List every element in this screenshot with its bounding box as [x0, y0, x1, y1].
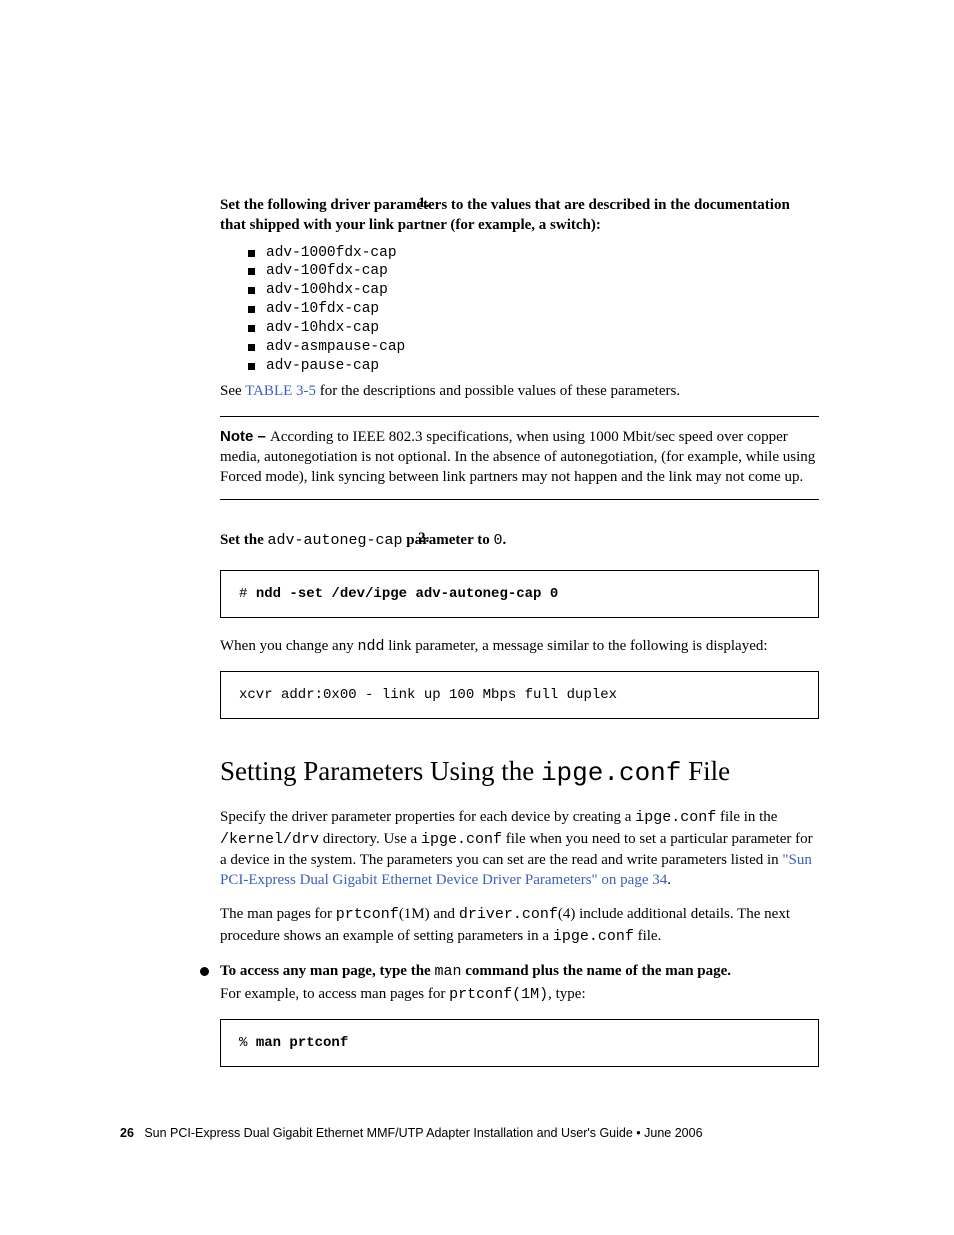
- text: command plus the name of the man page.: [461, 963, 731, 979]
- code-text: prtconf: [336, 906, 399, 923]
- prompt: %: [239, 1035, 256, 1051]
- see-reference: See TABLE 3-5 for the descriptions and p…: [220, 381, 819, 401]
- page-footer: 26 Sun PCI-Express Dual Gigabit Ethernet…: [120, 1126, 703, 1140]
- paragraph: When you change any ndd link parameter, …: [220, 636, 819, 657]
- step-1-number: 1.: [418, 195, 429, 212]
- table-link[interactable]: TABLE 3-5: [245, 383, 316, 399]
- list-item: adv-100hdx-cap: [248, 281, 819, 300]
- paragraph: Specify the driver parameter properties …: [220, 807, 819, 890]
- command: ndd -set /dev/ipge adv-autoneg-cap 0: [256, 586, 558, 602]
- code-text: ipge.conf: [541, 758, 681, 788]
- code-block: xcvr addr:0x00 - link up 100 Mbps full d…: [220, 671, 819, 719]
- list-item: adv-100fdx-cap: [248, 262, 819, 281]
- paragraph: The man pages for prtconf(1M) and driver…: [220, 904, 819, 947]
- list-item: adv-10fdx-cap: [248, 300, 819, 319]
- code-text: ndd: [357, 638, 384, 655]
- procedure-subtext: For example, to access man pages for prt…: [220, 984, 819, 1005]
- text: To access any man page, type the: [220, 963, 434, 979]
- procedure-title: To access any man page, type the man com…: [220, 961, 819, 982]
- text: parameter to: [403, 532, 494, 548]
- text: link parameter, a message similar to the…: [384, 638, 767, 654]
- text: directory. Use a: [319, 831, 421, 847]
- step-2: 2. Set the adv-autoneg-cap parameter to …: [220, 530, 819, 551]
- command: man prtconf: [256, 1035, 348, 1051]
- text: When you change any: [220, 638, 357, 654]
- text: The man pages for: [220, 906, 336, 922]
- procedure-step: To access any man page, type the man com…: [202, 961, 819, 1005]
- text: Set the: [220, 532, 268, 548]
- code-text: ipge.conf: [635, 809, 716, 826]
- parameter-list: adv-1000fdx-cap adv-100fdx-cap adv-100hd…: [220, 244, 819, 376]
- note-label: Note –: [220, 428, 270, 445]
- page-number: 26: [120, 1126, 134, 1140]
- text: Specify the driver parameter properties …: [220, 809, 635, 825]
- text: .: [667, 872, 671, 888]
- code-block: # ndd -set /dev/ipge adv-autoneg-cap 0: [220, 570, 819, 618]
- text: .: [502, 532, 506, 548]
- text: Setting Parameters Using the: [220, 756, 541, 786]
- code-block: % man prtconf: [220, 1019, 819, 1067]
- text: (1M) and: [399, 906, 459, 922]
- section-heading: Setting Parameters Using the ipge.conf F…: [220, 755, 819, 789]
- text: for the descriptions and possible values…: [316, 383, 680, 399]
- text: file in the: [716, 809, 777, 825]
- list-item: adv-pause-cap: [248, 357, 819, 376]
- list-item: adv-asmpause-cap: [248, 338, 819, 357]
- list-item: adv-10hdx-cap: [248, 319, 819, 338]
- step-1-instruction: Set the following driver parameters to t…: [220, 195, 819, 236]
- text: For example, to access man pages for: [220, 986, 449, 1002]
- text: file.: [634, 928, 662, 944]
- code-text: driver.conf: [459, 906, 558, 923]
- code-text: /kernel/drv: [220, 831, 319, 848]
- step-2-number: 2.: [418, 530, 429, 547]
- note-box: Note – According to IEEE 802.3 specifica…: [220, 416, 819, 501]
- code-text: adv-autoneg-cap: [268, 532, 403, 549]
- text: , type:: [548, 986, 586, 1002]
- note-text: According to IEEE 802.3 specifications, …: [220, 429, 815, 486]
- code-text: man: [434, 963, 461, 980]
- output-text: xcvr addr:0x00 - link up 100 Mbps full d…: [239, 687, 617, 703]
- document-page: 1. Set the following driver parameters t…: [0, 0, 954, 1235]
- step-1: 1. Set the following driver parameters t…: [220, 195, 819, 402]
- text: File: [681, 756, 730, 786]
- code-text: prtconf(1M): [449, 986, 548, 1003]
- code-text: ipge.conf: [553, 928, 634, 945]
- footer-title: Sun PCI-Express Dual Gigabit Ethernet MM…: [144, 1126, 702, 1140]
- step-2-instruction: Set the adv-autoneg-cap parameter to 0.: [220, 530, 819, 551]
- list-item: adv-1000fdx-cap: [248, 244, 819, 263]
- code-text: ipge.conf: [421, 831, 502, 848]
- prompt: #: [239, 586, 256, 602]
- text: See: [220, 383, 245, 399]
